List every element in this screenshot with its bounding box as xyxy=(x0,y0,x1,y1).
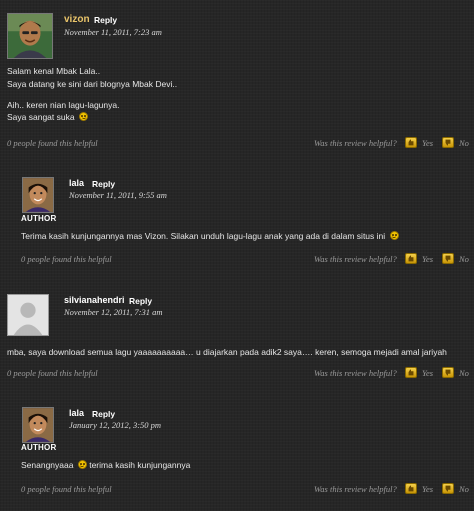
vote-no-button[interactable] xyxy=(442,367,454,378)
comment-text-line: Salam kenal Mbak Lala.. xyxy=(7,66,101,76)
comment-text-line-with-smiley: Terima kasih kunjungannya mas Vizon. Sil… xyxy=(21,231,399,241)
comment-text-line-with-smiley: Saya sangat suka xyxy=(7,112,88,122)
no-label[interactable]: No xyxy=(459,368,469,378)
author-badge: AUTHOR xyxy=(21,443,57,452)
comment-date: January 12, 2012, 3:50 pm xyxy=(69,420,162,430)
thumbs-down-icon xyxy=(445,139,451,146)
avatar[interactable] xyxy=(7,294,49,336)
thumbs-down-icon xyxy=(445,369,451,376)
comment-text: Saya sangat suka xyxy=(7,112,75,122)
vote-no-button[interactable] xyxy=(442,483,454,494)
comment-lala-reply: AUTHOR lala Reply November 11, 2011, 9:5… xyxy=(0,170,474,270)
avatar[interactable] xyxy=(22,177,54,213)
was-helpful-prompt: Was this review helpful? xyxy=(314,484,397,494)
comment-text: Terima kasih kunjungannya mas Vizon. Sil… xyxy=(21,231,386,241)
default-user-icon xyxy=(8,295,48,335)
yes-label[interactable]: Yes xyxy=(422,368,433,378)
avatar-photo-icon xyxy=(23,178,53,212)
thumbs-up-icon xyxy=(408,255,414,262)
smiley-icon xyxy=(389,231,399,240)
thumbs-up-icon xyxy=(408,485,414,492)
was-helpful-prompt: Was this review helpful? xyxy=(314,138,397,148)
avatar-photo-icon xyxy=(23,408,53,442)
comment-text: Senangnyaaa xyxy=(21,460,74,470)
vote-no-button[interactable] xyxy=(442,253,454,264)
comment-author-name[interactable]: vizon xyxy=(64,14,90,25)
comment-text-line-with-smiley: Senangnyaaa terima kasih kunjungannya xyxy=(21,460,190,470)
reply-button[interactable]: Reply xyxy=(129,296,152,306)
comment-author-name[interactable]: lala xyxy=(69,178,84,188)
was-helpful-prompt: Was this review helpful? xyxy=(314,254,397,264)
smiley-icon xyxy=(77,460,87,469)
yes-label[interactable]: Yes xyxy=(422,138,433,148)
comment-lala-reply: AUTHOR lala Reply January 12, 2012, 3:50… xyxy=(0,400,474,511)
reply-button[interactable]: Reply xyxy=(94,15,117,25)
comment-date: November 12, 2011, 7:31 am xyxy=(64,307,163,317)
thumbs-up-icon xyxy=(408,369,414,376)
vote-yes-button[interactable] xyxy=(405,137,417,148)
comment-author-name[interactable]: lala xyxy=(69,408,84,418)
yes-label[interactable]: Yes xyxy=(422,484,433,494)
comment-text: terima kasih kunjungannya xyxy=(89,460,191,470)
comment-date: November 11, 2011, 7:23 am xyxy=(64,27,162,37)
no-label[interactable]: No xyxy=(459,138,469,148)
comment-date: November 11, 2011, 9:55 am xyxy=(69,190,167,200)
author-badge: AUTHOR xyxy=(21,214,57,223)
yes-label[interactable]: Yes xyxy=(422,254,433,264)
helpful-count: 0 people found this helpful xyxy=(21,254,112,264)
comment-author-name[interactable]: silvianahendri xyxy=(64,295,125,305)
comment-vizon: vizon Reply November 11, 2011, 7:23 am S… xyxy=(0,0,474,160)
helpful-count: 0 people found this helpful xyxy=(7,368,98,378)
avatar[interactable] xyxy=(22,407,54,443)
helpful-count: 0 people found this helpful xyxy=(7,138,98,148)
vote-yes-button[interactable] xyxy=(405,483,417,494)
vote-yes-button[interactable] xyxy=(405,367,417,378)
avatar-photo-icon xyxy=(8,14,52,58)
comment-text-line: Saya datang ke sini dari blognya Mbak De… xyxy=(7,79,178,89)
reply-button[interactable]: Reply xyxy=(92,179,115,189)
smiley-icon xyxy=(78,112,88,121)
helpful-count: 0 people found this helpful xyxy=(21,484,112,494)
vote-no-button[interactable] xyxy=(442,137,454,148)
vote-yes-button[interactable] xyxy=(405,253,417,264)
reply-button[interactable]: Reply xyxy=(92,409,115,419)
was-helpful-prompt: Was this review helpful? xyxy=(314,368,397,378)
thumbs-down-icon xyxy=(445,255,451,262)
avatar[interactable] xyxy=(7,13,53,59)
comment-silvianahendri: silvianahendri Reply November 12, 2011, … xyxy=(0,286,474,386)
no-label[interactable]: No xyxy=(459,484,469,494)
thumbs-up-icon xyxy=(408,139,414,146)
no-label[interactable]: No xyxy=(459,254,469,264)
comment-text-line: Aih.. keren nian lagu-lagunya. xyxy=(7,100,120,110)
comment-text-line: mba, saya download semua lagu yaaaaaaaaa… xyxy=(7,347,447,357)
thumbs-down-icon xyxy=(445,485,451,492)
